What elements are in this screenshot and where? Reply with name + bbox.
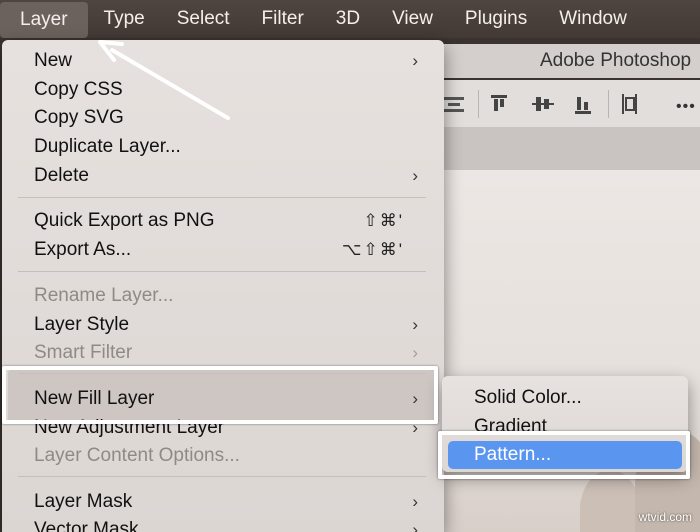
- annotation-arrow-icon: [98, 40, 230, 120]
- watermark: wtvid.com: [638, 510, 692, 524]
